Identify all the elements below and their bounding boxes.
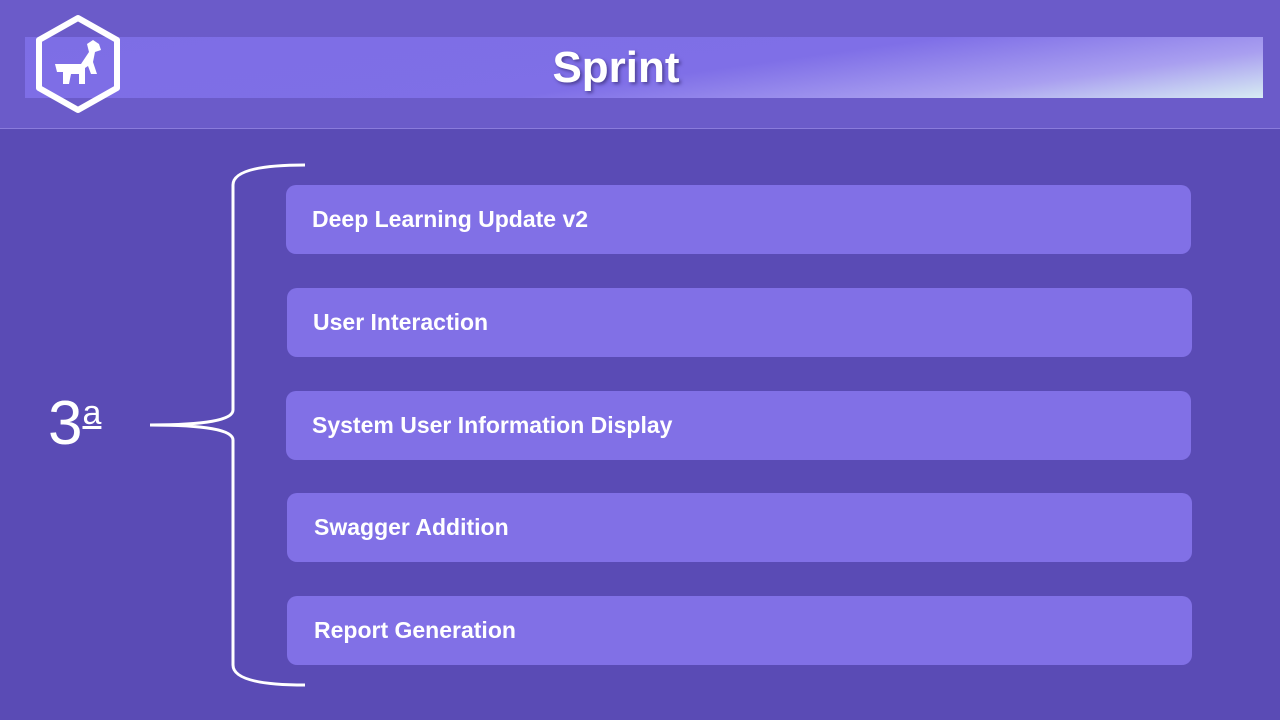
sprint-number: 3a xyxy=(48,388,128,460)
sprint-item: System User Information Display xyxy=(286,391,1191,460)
sprint-number-value: 3 xyxy=(48,389,83,458)
hexagon-animal-logo-icon xyxy=(36,15,120,113)
sprint-item: Report Generation xyxy=(287,596,1192,665)
sprint-number-ordinal: a xyxy=(82,394,102,432)
sprint-item: Swagger Addition xyxy=(287,493,1192,562)
header-bar: Sprint xyxy=(0,0,1280,129)
sprint-item: Deep Learning Update v2 xyxy=(286,185,1191,254)
page-title: Sprint xyxy=(552,43,680,92)
sprint-item: User Interaction xyxy=(287,288,1192,357)
